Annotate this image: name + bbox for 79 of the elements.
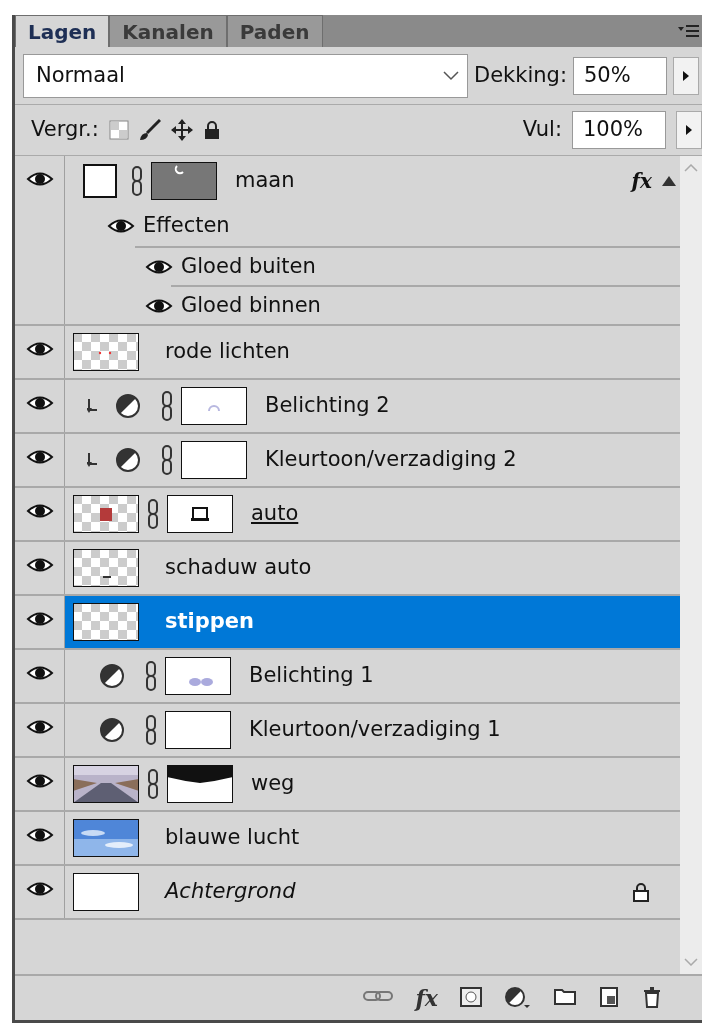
fill-field[interactable]: 100% [572, 111, 666, 149]
adjustment-layer-icon[interactable] [99, 663, 125, 689]
layer-name[interactable]: Belichting 1 [249, 660, 374, 692]
lock-icon[interactable] [202, 120, 221, 140]
layer-thumbnail[interactable] [83, 164, 117, 198]
eye-icon[interactable] [25, 718, 54, 736]
panel-tab[interactable]: Lagen [15, 15, 110, 47]
new-layer-icon[interactable] [598, 987, 620, 1009]
lock-label: Vergr.: [31, 116, 99, 144]
brush-icon[interactable] [138, 119, 161, 141]
eye-icon[interactable] [25, 394, 54, 412]
panel-tab[interactable]: Paden [226, 15, 323, 47]
layer-name[interactable]: blauwe lucht [165, 822, 300, 854]
eye-icon[interactable] [25, 448, 54, 466]
eye-icon[interactable] [25, 610, 54, 628]
layer-mask-thumbnail[interactable] [165, 657, 231, 695]
adjustment-layer-icon[interactable] [99, 717, 125, 743]
chevron-down-icon [443, 70, 459, 81]
trash-icon[interactable] [642, 987, 662, 1009]
layer-name[interactable]: maan [235, 165, 295, 197]
eye-icon[interactable] [25, 826, 54, 844]
clipping-arrow-icon[interactable] [87, 452, 99, 468]
layer-thumbnail[interactable] [73, 603, 139, 641]
layer-thumbnail[interactable] [73, 549, 139, 587]
fill-label: Vul: [522, 116, 562, 144]
chain-link-icon[interactable] [161, 445, 173, 475]
layer-thumbnail[interactable] [73, 873, 139, 911]
layer-name[interactable]: rode lichten [165, 336, 290, 368]
opacity-label: Dekking: [474, 61, 567, 89]
effect-name[interactable]: Gloed buiten [181, 250, 316, 283]
panel-tab[interactable]: Kanalen [109, 15, 227, 47]
chain-link-icon[interactable] [131, 166, 143, 196]
chain-link-icon[interactable] [161, 391, 173, 421]
layer-name[interactable]: schaduw auto [165, 552, 312, 584]
clipping-arrow-icon[interactable] [87, 398, 99, 414]
effects-indicator: fx [631, 168, 652, 195]
layer-name[interactable]: weg [251, 768, 295, 800]
layer-name[interactable]: Kleurtoon/verzadiging 2 [265, 444, 517, 476]
effect-name[interactable]: Gloed binnen [181, 289, 321, 322]
layer-name[interactable]: Achtergrond [165, 876, 296, 908]
triangle-right-icon [682, 70, 689, 81]
chain-link-icon[interactable] [147, 499, 159, 529]
layer-mask-thumbnail[interactable] [151, 162, 217, 200]
move-icon[interactable] [170, 119, 193, 141]
layer-mask-thumbnail[interactable] [181, 441, 247, 479]
layer-mask-thumbnail[interactable] [165, 711, 231, 749]
layer-name[interactable]: Belichting 2 [265, 390, 390, 422]
layer-thumbnail[interactable] [73, 333, 139, 371]
layer-name[interactable]: Kleurtoon/verzadiging 1 [249, 714, 501, 746]
chain-link-icon[interactable] [145, 661, 157, 691]
panel-menu-icon[interactable] [678, 24, 700, 38]
eye-icon[interactable] [107, 217, 135, 235]
layer-mask-thumbnail[interactable] [181, 387, 247, 425]
adjustment-icon[interactable] [504, 987, 532, 1009]
effects-label[interactable]: Effecten [143, 210, 230, 242]
adjustment-layer-icon[interactable] [115, 393, 141, 419]
add-style-button[interactable]: fx [415, 981, 438, 1015]
eye-icon[interactable] [25, 170, 54, 188]
eye-icon[interactable] [25, 772, 54, 790]
eye-icon[interactable] [25, 880, 54, 898]
triangle-right-icon [686, 125, 692, 135]
layer-mask-thumbnail[interactable] [167, 765, 233, 803]
eye-icon[interactable] [25, 664, 54, 682]
layer-mask-thumbnail[interactable] [167, 495, 233, 533]
layer-name[interactable]: auto [251, 498, 299, 530]
eye-icon[interactable] [25, 556, 54, 574]
layer-thumbnail[interactable] [73, 495, 139, 533]
chain-link-icon[interactable] [147, 769, 159, 799]
opacity-field[interactable]: 50% [572, 56, 667, 95]
slider-arrow-button[interactable] [676, 111, 702, 149]
blend-mode-dropdown[interactable]: Normaal [23, 53, 468, 98]
slider-arrow-button[interactable] [672, 56, 699, 95]
eye-icon[interactable] [25, 502, 54, 520]
expand-toggle-icon[interactable] [662, 176, 676, 186]
mask-icon[interactable] [460, 987, 482, 1009]
chain-link-icon[interactable] [145, 715, 157, 745]
layer-name[interactable]: stippen [165, 606, 254, 638]
adjustment-layer-icon[interactable] [115, 447, 141, 473]
eye-icon[interactable] [25, 340, 54, 358]
